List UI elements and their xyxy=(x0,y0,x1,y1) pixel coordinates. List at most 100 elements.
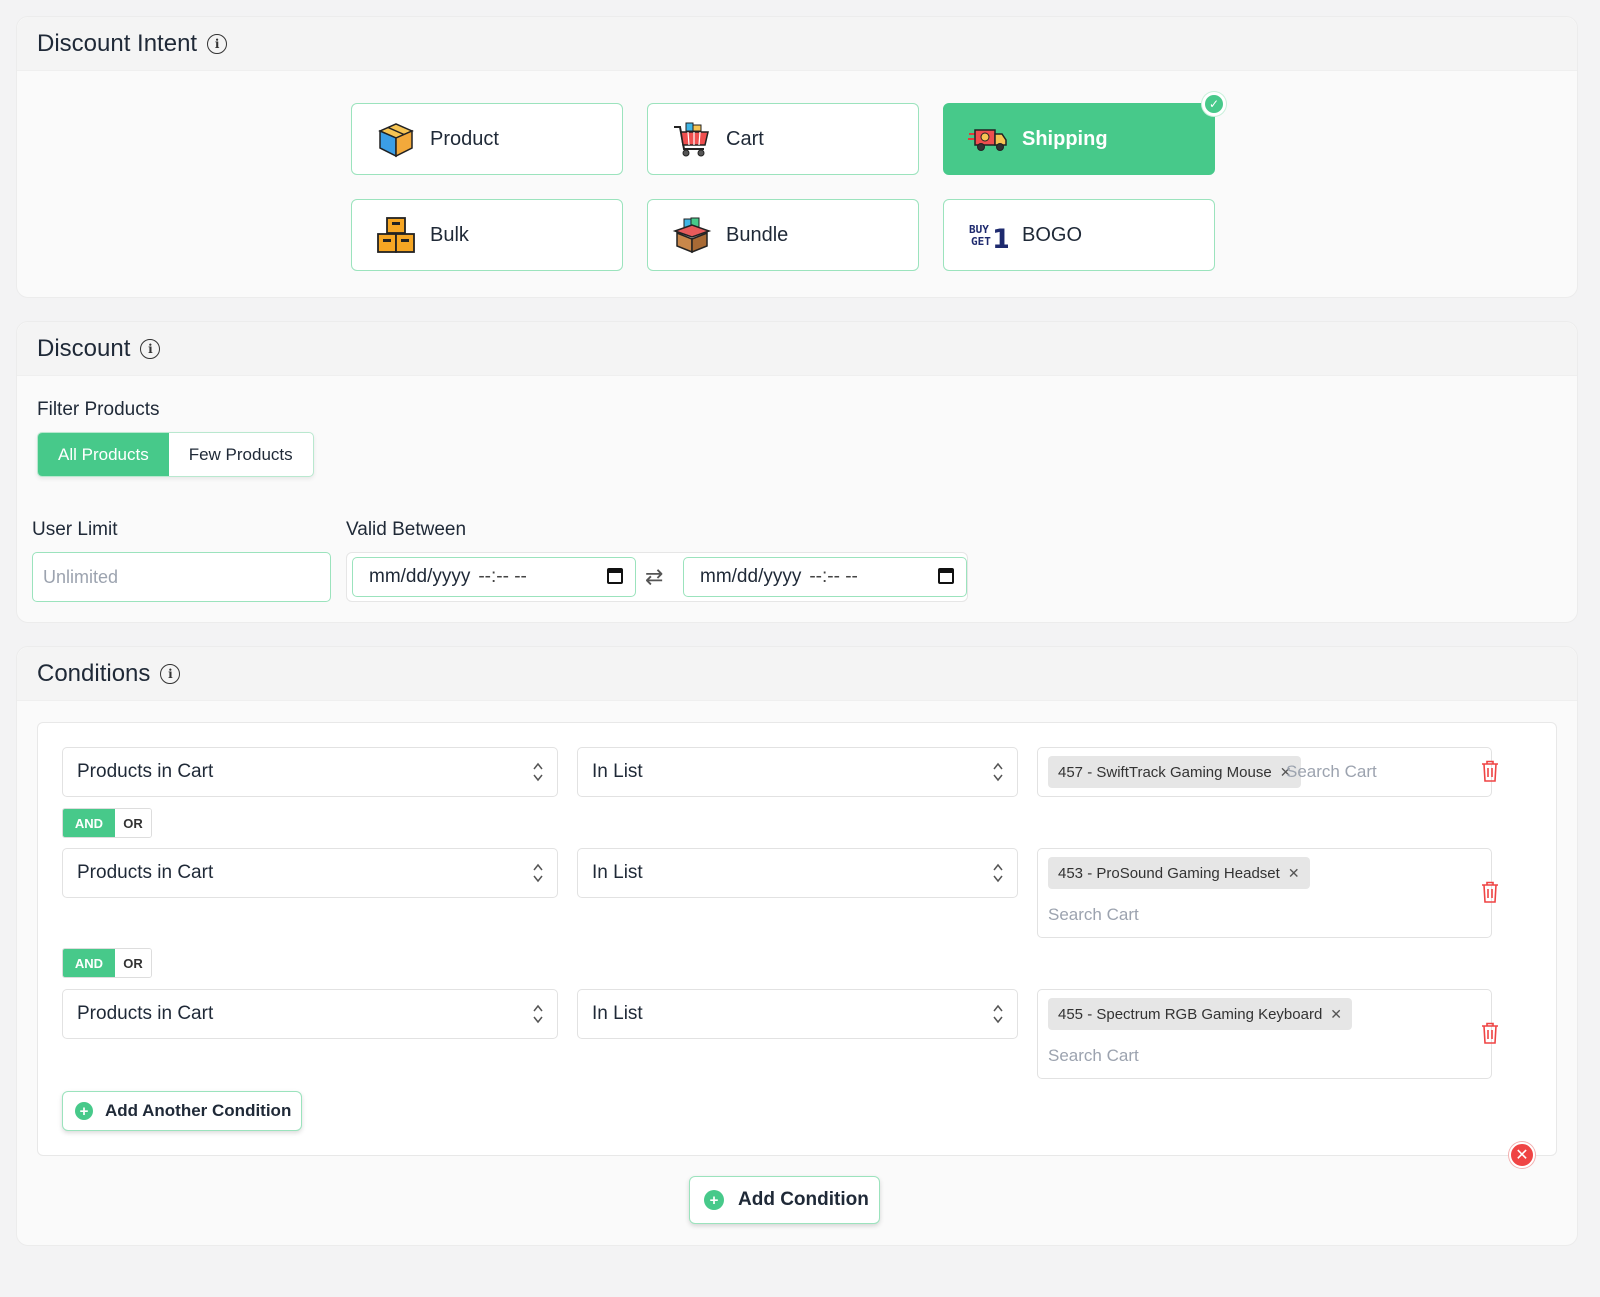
chevron-updown-icon xyxy=(993,863,1003,883)
discount-title: Discount xyxy=(37,334,131,362)
add-condition-button[interactable]: + Add Condition xyxy=(689,1176,880,1224)
condition-operator-select[interactable]: In List xyxy=(577,848,1018,898)
search-cart-placeholder[interactable]: Search Cart xyxy=(1048,1046,1139,1066)
or-option[interactable]: OR xyxy=(115,809,151,837)
remove-tag-icon[interactable]: ✕ xyxy=(1330,1006,1342,1023)
valid-between-range: mm/dd/yyyy --:-- -- ⇄ mm/dd/yyyy --:-- -… xyxy=(346,552,968,602)
intent-tile-bulk[interactable]: Bulk xyxy=(351,199,623,271)
selected-product-tag: 455 - Spectrum RGB Gaming Keyboard ✕ xyxy=(1048,998,1353,1030)
tile-label: Bundle xyxy=(726,223,789,246)
card-header: Conditions i xyxy=(17,647,1577,701)
and-or-toggle: AND OR xyxy=(62,808,152,838)
plus-icon: + xyxy=(704,1190,724,1210)
add-another-condition-button[interactable]: + Add Another Condition xyxy=(62,1091,303,1131)
filter-products-toggle: All Products Few Products xyxy=(37,432,314,477)
and-or-toggle: AND OR xyxy=(62,948,152,978)
search-cart-placeholder[interactable]: Search Cart xyxy=(1286,762,1377,782)
trash-icon[interactable] xyxy=(1481,760,1499,782)
stacked-boxes-icon xyxy=(377,217,415,253)
buy1-get1-icon: BUY GET 1 xyxy=(969,223,1008,255)
start-date-input[interactable]: mm/dd/yyyy --:-- -- xyxy=(352,557,636,597)
conditions-title: Conditions xyxy=(37,659,151,687)
card-header: Discount i xyxy=(17,322,1577,376)
swap-arrows-icon: ⇄ xyxy=(645,564,664,589)
time-placeholder: --:-- -- xyxy=(809,566,858,587)
info-icon[interactable]: i xyxy=(207,33,228,54)
condition-group: Products in Cart In List 457 - SwiftTrac… xyxy=(37,722,1557,1168)
filter-option-all-products[interactable]: All Products xyxy=(38,433,169,476)
tag-label: 455 - Spectrum RGB Gaming Keyboard xyxy=(1058,1005,1323,1023)
tag-label: 453 - ProSound Gaming Headset xyxy=(1058,864,1280,882)
select-value: In List xyxy=(592,862,643,883)
info-icon[interactable]: i xyxy=(160,663,181,684)
chevron-updown-icon xyxy=(993,1004,1003,1024)
intent-tile-cart[interactable]: Cart xyxy=(647,103,919,175)
product-tag-input[interactable]: 457 - SwiftTrack Gaming Mouse ✕ Search C… xyxy=(1037,747,1492,797)
intent-tile-product[interactable]: Product xyxy=(351,103,623,175)
bundle-box-icon xyxy=(672,217,712,254)
product-tag-input[interactable]: 455 - Spectrum RGB Gaming Keyboard ✕ Sea… xyxy=(1037,989,1492,1079)
and-option[interactable]: AND xyxy=(63,809,115,837)
button-label: Add Another Condition xyxy=(105,1101,292,1120)
selected-product-tag: 453 - ProSound Gaming Headset ✕ xyxy=(1048,857,1310,889)
chevron-updown-icon xyxy=(533,863,543,883)
select-value: In List xyxy=(592,1003,643,1024)
select-value: Products in Cart xyxy=(77,761,214,782)
discount-card: Discount i Filter Products All Products … xyxy=(16,321,1578,623)
condition-operator-select[interactable]: In List xyxy=(577,989,1018,1039)
user-limit-input[interactable] xyxy=(32,552,331,602)
shopping-cart-icon xyxy=(674,122,709,157)
end-date-input[interactable]: mm/dd/yyyy --:-- -- xyxy=(683,557,967,597)
discount-intent-title: Discount Intent xyxy=(37,29,198,57)
tile-label: Cart xyxy=(726,127,764,150)
chevron-updown-icon xyxy=(533,1004,543,1024)
search-cart-placeholder[interactable]: Search Cart xyxy=(1048,905,1139,925)
select-value: Products in Cart xyxy=(77,1003,214,1024)
tag-label: 457 - SwiftTrack Gaming Mouse xyxy=(1058,763,1272,781)
time-placeholder: --:-- -- xyxy=(478,566,527,587)
card-header: Discount Intent i xyxy=(17,17,1577,71)
date-placeholder: mm/dd/yyyy xyxy=(700,566,802,587)
conditions-card: Conditions i Products in Cart In List 45… xyxy=(16,646,1578,1246)
condition-operator-select[interactable]: In List xyxy=(577,747,1018,797)
chevron-updown-icon xyxy=(993,762,1003,782)
intent-tile-bogo[interactable]: BUY GET 1 BOGO xyxy=(943,199,1215,271)
or-option[interactable]: OR xyxy=(115,949,151,977)
condition-field-select[interactable]: Products in Cart xyxy=(62,989,558,1039)
info-icon[interactable]: i xyxy=(140,338,161,359)
tile-label: Bulk xyxy=(430,223,469,246)
tile-label: Product xyxy=(430,127,499,150)
chevron-updown-icon xyxy=(533,762,543,782)
trash-icon[interactable] xyxy=(1481,881,1499,903)
remove-tag-icon[interactable]: ✕ xyxy=(1288,865,1300,882)
select-value: Products in Cart xyxy=(77,862,214,883)
and-option[interactable]: AND xyxy=(63,949,115,977)
bogo-get-text: GET xyxy=(971,235,991,248)
condition-field-select[interactable]: Products in Cart xyxy=(62,848,558,898)
filter-option-few-products[interactable]: Few Products xyxy=(169,433,313,476)
date-placeholder: mm/dd/yyyy xyxy=(369,566,471,587)
selected-check-icon: ✓ xyxy=(1202,92,1226,116)
product-box-icon xyxy=(378,123,414,158)
tile-label: Shipping xyxy=(1022,127,1108,150)
user-limit-label: User Limit xyxy=(32,519,118,540)
calendar-icon[interactable] xyxy=(938,568,954,584)
bogo-one-text: 1 xyxy=(992,224,1008,255)
discount-intent-card: Discount Intent i Product Cart Shipping … xyxy=(16,16,1578,298)
valid-between-label: Valid Between xyxy=(346,519,467,540)
selected-product-tag: 457 - SwiftTrack Gaming Mouse ✕ xyxy=(1048,756,1302,788)
select-value: In List xyxy=(592,761,643,782)
remove-group-close-icon[interactable]: ✕ xyxy=(1509,1142,1535,1168)
condition-field-select[interactable]: Products in Cart xyxy=(62,747,558,797)
tile-label: BOGO xyxy=(1022,223,1083,246)
product-tag-input[interactable]: 453 - ProSound Gaming Headset ✕ Search C… xyxy=(1037,848,1492,938)
calendar-icon[interactable] xyxy=(607,568,623,584)
intent-tiles: Product Cart Shipping ✓ Bulk Bundle BUY … xyxy=(351,92,1226,271)
trash-icon[interactable] xyxy=(1481,1022,1499,1044)
delivery-truck-icon xyxy=(968,129,1007,151)
plus-icon: + xyxy=(75,1102,93,1120)
intent-tile-bundle[interactable]: Bundle xyxy=(647,199,919,271)
intent-tile-shipping[interactable]: Shipping ✓ xyxy=(943,92,1226,175)
filter-products-label: Filter Products xyxy=(37,399,160,420)
button-label: Add Condition xyxy=(738,1189,869,1210)
